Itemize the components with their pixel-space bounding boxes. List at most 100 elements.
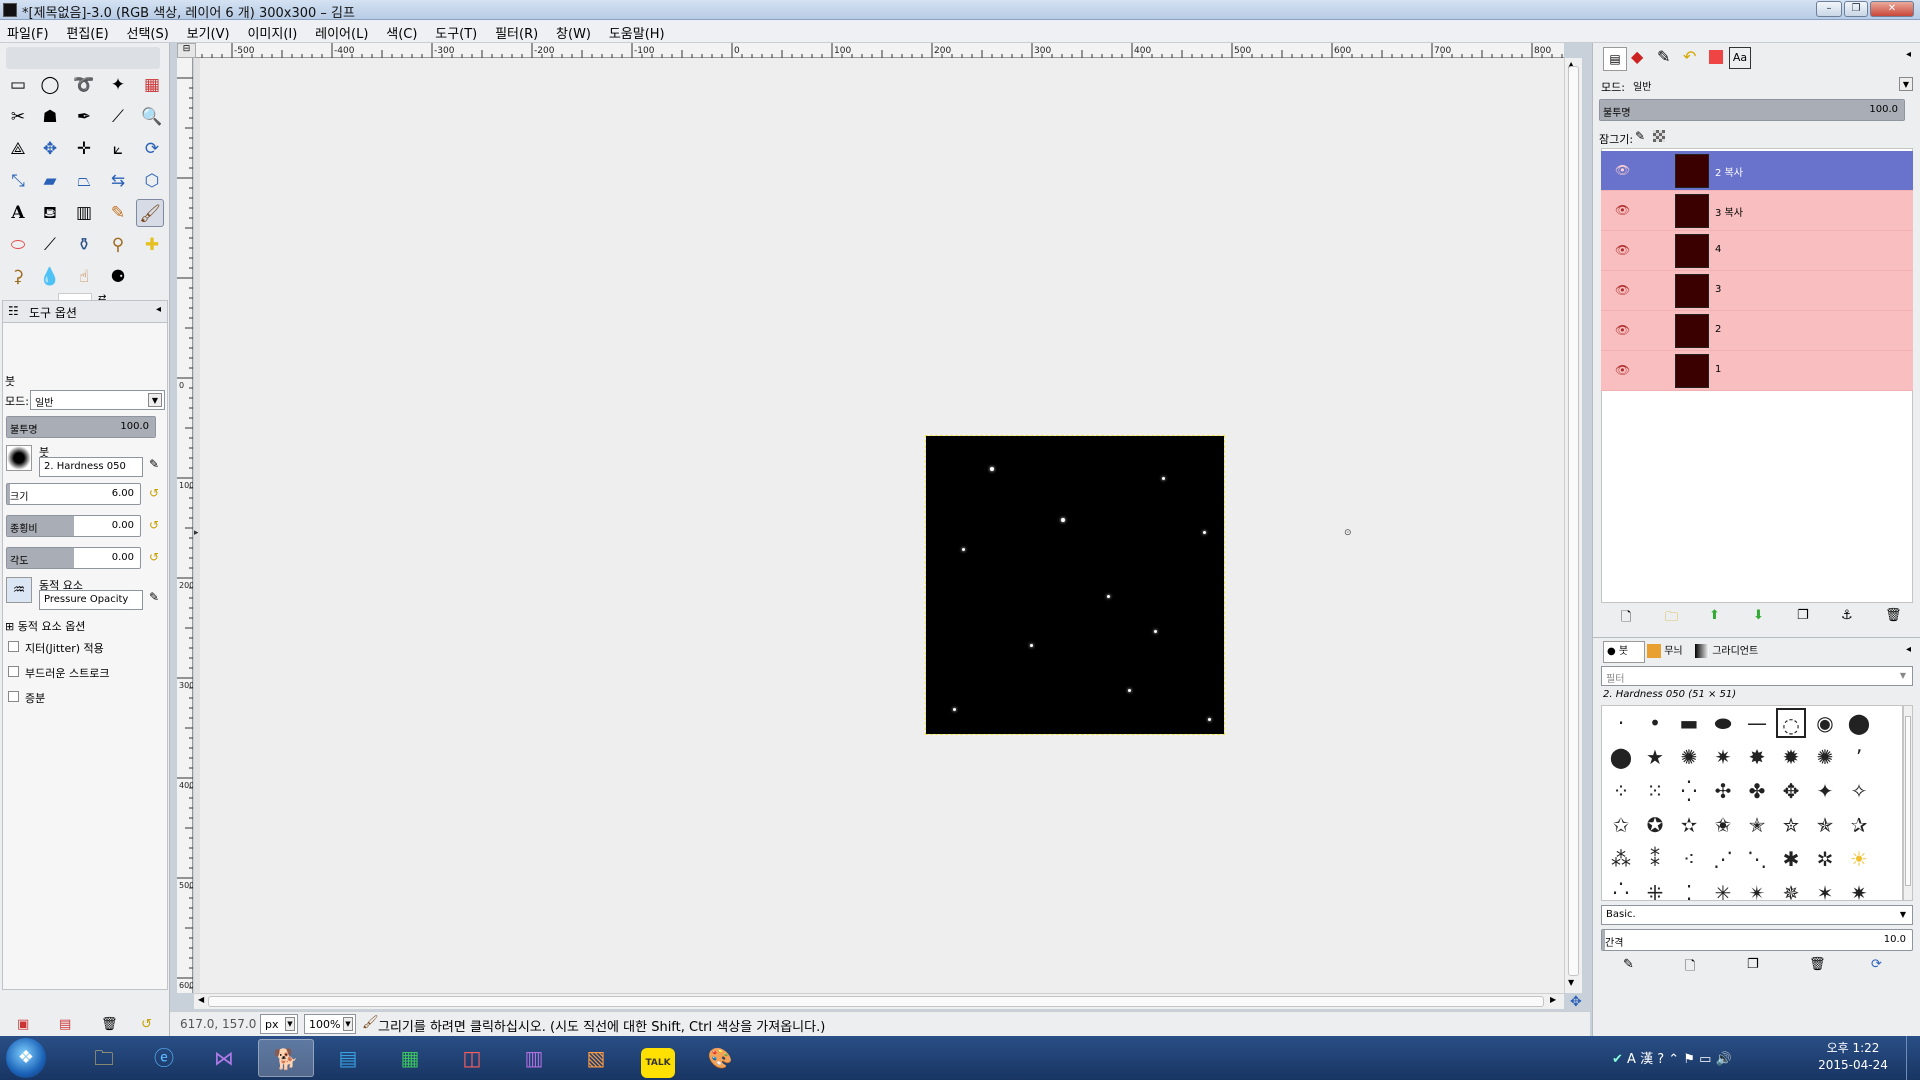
hanword-icon[interactable]: ▧ xyxy=(568,1039,624,1077)
menu-edit[interactable]: 편집(E) xyxy=(59,20,115,45)
hannote-icon[interactable]: ▥ xyxy=(506,1039,562,1077)
brush-thumbnail[interactable]: ✤ xyxy=(1742,776,1772,806)
brush-thumbnail[interactable]: ✮ xyxy=(1776,810,1806,840)
incremental-checkbox[interactable] xyxy=(8,691,19,702)
foreground-select-icon[interactable]: ☗ xyxy=(36,103,64,131)
edit-dynamics-icon[interactable]: ✎ xyxy=(149,590,159,604)
brush-preview[interactable] xyxy=(6,445,32,471)
menu-colors[interactable]: 색(C) xyxy=(379,20,424,45)
brush-thumbnail[interactable]: ʼ xyxy=(1844,742,1874,772)
quick-mask-corner[interactable]: ⊟ xyxy=(177,43,196,58)
blend-icon[interactable]: ▥ xyxy=(70,199,98,227)
hanshow-icon[interactable]: ◫ xyxy=(444,1039,500,1077)
brush-thumbnail[interactable]: ✲ xyxy=(1810,844,1840,874)
restore-options-icon[interactable]: ▤ xyxy=(59,1017,71,1032)
opacity-slider[interactable]: 불투명 100.0 xyxy=(6,416,156,438)
internet-explorer-icon[interactable]: ⓔ xyxy=(136,1039,192,1077)
layer-row[interactable]: 👁 3 xyxy=(1601,271,1913,311)
align-icon[interactable]: ✛ xyxy=(70,135,98,163)
brush-thumbnail[interactable]: ✺ xyxy=(1810,742,1840,772)
brush-thumbnail[interactable]: ⬤ xyxy=(1844,708,1874,738)
layer-row[interactable]: 👁 2 복사 xyxy=(1601,151,1913,191)
brush-thumbnail[interactable]: ◌ xyxy=(1776,708,1806,738)
perspective-clone-icon[interactable]: ⚳ xyxy=(4,263,32,291)
shear-icon[interactable]: ▰ xyxy=(36,167,64,195)
scissors-select-icon[interactable]: ✂ xyxy=(4,103,32,131)
aspect-slider[interactable]: 종횡비 0.00 xyxy=(6,515,141,537)
flip-icon[interactable]: ⇆ xyxy=(104,167,132,195)
close-button[interactable]: ✕ xyxy=(1870,1,1914,17)
flag-icon[interactable]: ⚑ xyxy=(1683,1052,1695,1067)
kakaotalk-icon[interactable]: TALK xyxy=(630,1039,686,1078)
start-button[interactable]: ❖ xyxy=(6,1038,46,1078)
lasso-select-icon[interactable]: ➰ xyxy=(70,71,98,99)
brush-thumbnail[interactable]: ⁖ xyxy=(1674,844,1704,874)
dynamics-icon[interactable]: ♒ xyxy=(6,577,32,603)
brush-thumbnail[interactable]: ✪ xyxy=(1640,810,1670,840)
brush-thumbnail[interactable]: ▬ xyxy=(1674,708,1704,738)
save-options-icon[interactable]: ▣ xyxy=(17,1017,29,1032)
brush-thumbnail[interactable]: ✧ xyxy=(1844,776,1874,806)
lower-layer-icon[interactable]: ⬇ xyxy=(1753,608,1764,623)
pencil-icon[interactable]: ✎ xyxy=(104,199,132,227)
brush-grid[interactable]: · • ▬ ⬬ — ◌ ◉ ⬤ ⬤ ★ ✺ ✷ ✸ ✹ ✺ ʼ ⁘ ⁙ ⁛ ✣ ✤ ✥ ✦ ✧ ✩ ✪ ✫ ✬ ✭ ✮ ✯ ✰ ⁂ ⁑ ⁖ ⋰ ⋱ ✱ ✲ ☀… xyxy=(1601,705,1903,901)
fonts-tab-icon[interactable]: Aa xyxy=(1729,47,1751,69)
measure-icon[interactable]: ⟁ xyxy=(4,135,32,163)
paths-tab-icon[interactable]: ✎ xyxy=(1657,47,1670,66)
delete-options-icon[interactable]: 🗑 xyxy=(101,1017,118,1032)
brush-grid-scroll-thumb[interactable] xyxy=(1905,716,1911,886)
clone-icon[interactable]: ⚲ xyxy=(104,231,132,259)
panel-menu-icon[interactable]: ◂ xyxy=(156,304,161,315)
layer-row[interactable]: 👁 4 xyxy=(1601,231,1913,271)
brush-thumbnail[interactable]: ✷ xyxy=(1844,878,1874,900)
refresh-brushes-icon[interactable]: ⟳ xyxy=(1871,957,1882,972)
duplicate-brush-icon[interactable]: ❐ xyxy=(1747,957,1759,972)
gimp-taskbar-icon[interactable]: 🐕 xyxy=(258,1039,314,1077)
brush-thumbnail[interactable]: ✰ xyxy=(1844,810,1874,840)
dodge-burn-icon[interactable]: ⚈ xyxy=(104,263,132,291)
brush-thumbnail[interactable]: ✳ xyxy=(1708,878,1738,900)
edit-brush-icon[interactable]: ✎ xyxy=(1623,957,1634,972)
reset-angle-icon[interactable]: ↺ xyxy=(149,550,159,564)
panel-menu-icon[interactable]: ◂ xyxy=(1906,49,1911,60)
eye-icon[interactable]: 👁 xyxy=(1615,363,1630,377)
unit-select[interactable]: px ▼ xyxy=(260,1014,298,1034)
brush-filter-input[interactable]: 필터 ▼ xyxy=(1601,666,1913,686)
patterns-tab[interactable]: 무늬 xyxy=(1647,641,1693,663)
delete-layer-icon[interactable]: 🗑 xyxy=(1885,608,1902,623)
crop-icon[interactable]: ⟀ xyxy=(104,135,132,163)
ellipse-select-icon[interactable]: ◯ xyxy=(36,71,64,99)
maximize-button[interactable]: ❐ xyxy=(1844,1,1868,17)
blur-icon[interactable]: 💧 xyxy=(36,263,64,291)
heal-icon[interactable]: ✚ xyxy=(138,231,166,259)
network-status-icon[interactable]: ✔ xyxy=(1612,1052,1623,1067)
brush-thumbnail[interactable]: ✱ xyxy=(1776,844,1806,874)
canvas-area[interactable]: ⊙ ▸ xyxy=(194,58,1564,993)
size-slider[interactable]: 크기 6.00 xyxy=(6,483,141,505)
smooth-stroke-checkbox[interactable] xyxy=(8,666,19,677)
navigate-icon[interactable]: ✥ xyxy=(1570,994,1582,1010)
brush-thumbnail[interactable]: ⁚ xyxy=(1674,878,1704,900)
layers-tab-icon[interactable]: ▤ xyxy=(1603,47,1627,71)
undo-history-tab-icon[interactable]: ↶ xyxy=(1683,47,1696,66)
clock[interactable]: 오후 1:22 2015-04-24 xyxy=(1818,1040,1888,1074)
menu-layer[interactable]: 레이어(L) xyxy=(308,20,375,45)
delete-brush-icon[interactable]: 🗑 xyxy=(1809,957,1826,972)
paint-icon[interactable]: 🎨 xyxy=(692,1039,748,1077)
brush-thumbnail[interactable]: • xyxy=(1640,708,1670,738)
eye-icon[interactable]: 👁 xyxy=(1615,203,1630,217)
edit-brush-icon[interactable]: ✎ xyxy=(149,457,159,471)
brush-thumbnail[interactable]: ✭ xyxy=(1742,810,1772,840)
color-select-icon[interactable]: ▦ xyxy=(138,71,166,99)
brush-thumbnail[interactable]: ✹ xyxy=(1776,742,1806,772)
anchor-layer-icon[interactable]: ⚓ xyxy=(1841,608,1853,623)
brush-spacing-slider[interactable]: 간격 10.0 xyxy=(1601,929,1913,951)
fuzzy-select-icon[interactable]: ✦ xyxy=(104,71,132,99)
cage-transform-icon[interactable]: ⬡ xyxy=(138,167,166,195)
layer-row[interactable]: 👁 3 복사 xyxy=(1601,191,1913,231)
duplicate-layer-icon[interactable]: ❐ xyxy=(1797,608,1809,623)
tray-expand-icon[interactable]: ⌃ xyxy=(1668,1052,1679,1067)
eye-icon[interactable]: 👁 xyxy=(1615,323,1630,337)
color-picker-icon[interactable]: ⟋ xyxy=(104,103,132,131)
brush-thumbnail[interactable]: ✸ xyxy=(1742,742,1772,772)
